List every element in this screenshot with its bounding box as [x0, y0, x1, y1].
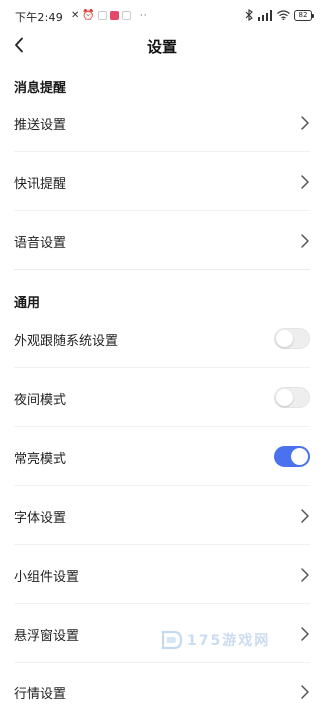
chevron-right-icon: [301, 116, 309, 130]
chevron-right-icon: [301, 627, 309, 641]
settings-row-market[interactable]: 行情设置: [0, 663, 324, 720]
toggle-knob: [276, 330, 293, 347]
row-label: 语音设置: [14, 236, 67, 251]
row-divider: [14, 544, 310, 545]
row-label: 行情设置: [14, 687, 67, 702]
section-divider: [14, 269, 310, 270]
alarm-icon: ⏰: [82, 9, 95, 21]
status-right-icons: 82: [245, 8, 314, 22]
settings-row-voice[interactable]: 语音设置: [0, 212, 324, 270]
row-label: 字体设置: [14, 511, 67, 526]
settings-row-push[interactable]: 推送设置: [0, 94, 324, 152]
watermark-text: 175游戏网: [187, 633, 271, 649]
row-divider: [14, 210, 310, 211]
settings-row-night-mode: 夜间模式: [0, 369, 324, 427]
row-divider: [14, 485, 310, 486]
app-icon-white: [121, 11, 131, 20]
row-label: 外观跟随系统设置: [14, 334, 119, 349]
mute-icon: ✕: [71, 9, 80, 21]
app-icon-pink: [109, 11, 119, 20]
row-label: 快讯提醒: [14, 177, 67, 192]
row-label: 夜间模式: [14, 393, 67, 408]
wifi-icon: [277, 10, 290, 20]
bluetooth-icon: [245, 9, 253, 21]
night-mode-toggle[interactable]: [274, 387, 310, 408]
settings-row-keep-screen-on: 常亮模式: [0, 428, 324, 486]
row-divider: [14, 367, 310, 368]
chevron-right-icon: [301, 568, 309, 582]
page-title: 设置: [146, 38, 177, 56]
top-app-bar: 设置: [0, 30, 324, 60]
row-divider: [14, 426, 310, 427]
chevron-right-icon: [301, 509, 309, 523]
settings-row-flash-news[interactable]: 快讯提醒: [0, 153, 324, 211]
toggle-knob: [291, 448, 308, 465]
follow-system-toggle[interactable]: [274, 328, 310, 349]
status-time: 下午2:49: [15, 11, 63, 24]
settings-row-follow-system: 外观跟随系统设置: [0, 310, 324, 368]
row-divider: [14, 151, 310, 152]
chevron-right-icon: [301, 234, 309, 248]
chevron-right-icon: [301, 175, 309, 189]
keep-screen-on-toggle[interactable]: [274, 446, 310, 467]
chevron-right-icon: [301, 685, 309, 699]
battery-indicator: 82: [294, 9, 314, 21]
app-icon-white: [97, 11, 107, 20]
watermark: 175游戏网: [160, 628, 270, 652]
row-label: 常亮模式: [14, 452, 67, 467]
overflow-dots-icon: ··: [139, 10, 148, 21]
row-label: 悬浮窗设置: [14, 629, 80, 644]
status-left-icons: ✕ ⏰ ··: [71, 9, 148, 22]
watermark-logo-icon: [161, 630, 183, 650]
row-divider: [14, 603, 310, 604]
row-label: 推送设置: [14, 118, 67, 133]
settings-row-font[interactable]: 字体设置: [0, 487, 324, 545]
row-label: 小组件设置: [14, 570, 80, 585]
toggle-knob: [276, 389, 293, 406]
signal-icon: [258, 9, 272, 21]
settings-row-widget[interactable]: 小组件设置: [0, 546, 324, 604]
status-bar: 下午2:49 ✕ ⏰ ·· 82: [0, 0, 324, 30]
settings-screen: 下午2:49 ✕ ⏰ ·· 82 设置 消息提醒 推送设置 快讯提醒 语音设置 …: [0, 0, 324, 720]
section-header-general: 通用: [14, 296, 41, 311]
